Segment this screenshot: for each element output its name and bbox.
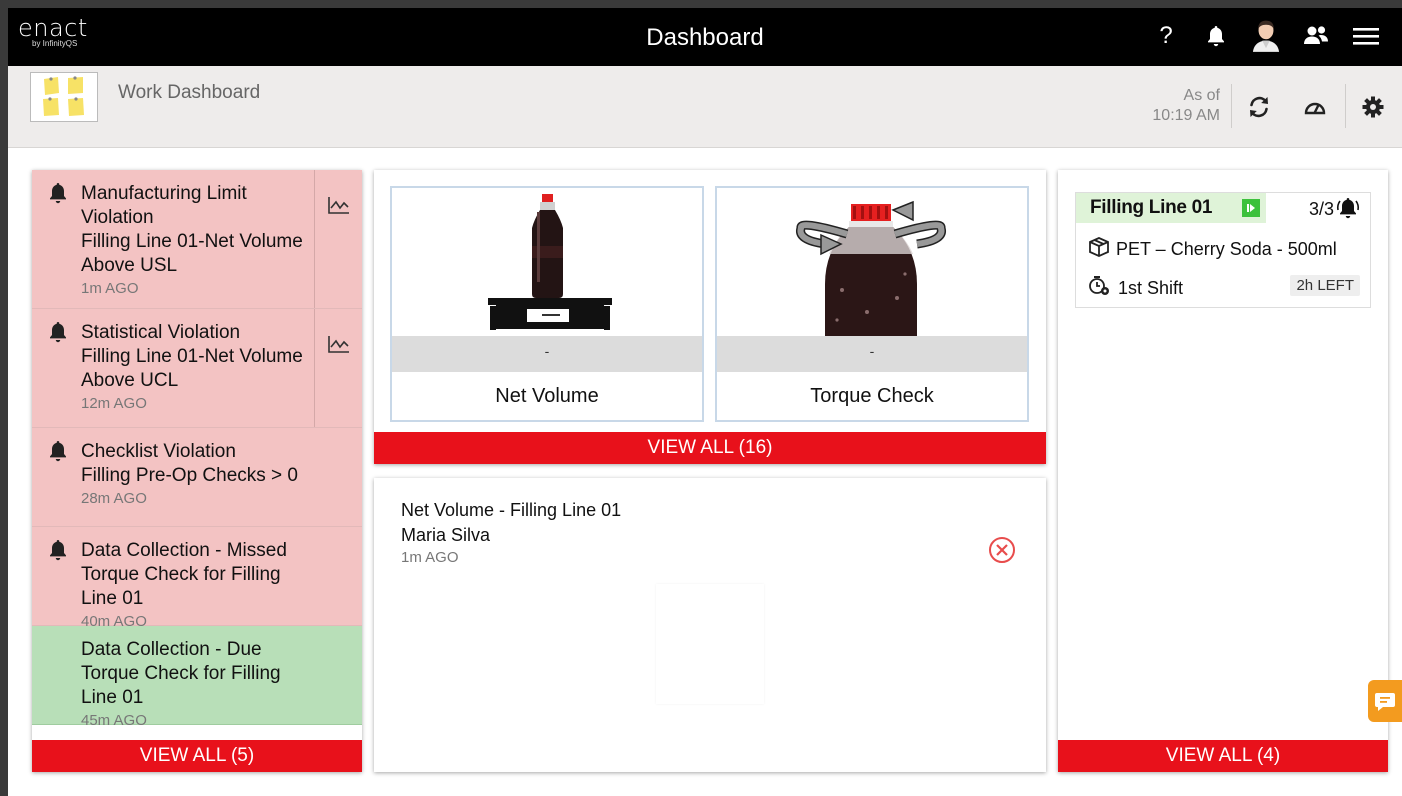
- line-card[interactable]: Filling Line 01 3/3 PET – Cherry Soda - …: [1075, 192, 1371, 308]
- notification-image-placeholder: [656, 584, 764, 704]
- alert-time: 45m AGO: [81, 712, 147, 729]
- tile-net-volume[interactable]: - Net Volume: [390, 186, 704, 422]
- app-logo[interactable]: enact by InfinityQS: [18, 16, 88, 48]
- alert-title: Checklist Violation: [81, 441, 236, 462]
- help-button[interactable]: ?: [1152, 18, 1180, 54]
- line-name: Filling Line 01: [1090, 197, 1213, 218]
- tile-value: -: [717, 336, 1027, 372]
- lines-panel: Filling Line 01 3/3 PET – Cherry Soda - …: [1058, 170, 1388, 772]
- alert-title: Manufacturing Limit Violation: [81, 183, 247, 228]
- line-product: PET – Cherry Soda - 500ml: [1088, 237, 1337, 262]
- alert-time: 12m AGO: [81, 395, 147, 412]
- sub-header: Work Dashboard As of 10:19 AM: [8, 66, 1402, 148]
- alert-title: Data Collection - Due: [81, 639, 262, 660]
- last-updated: As of 10:19 AM: [1152, 86, 1220, 126]
- settings-gear-icon[interactable]: [1358, 92, 1388, 122]
- notifications-bell-icon[interactable]: [1202, 18, 1230, 54]
- alert-detail: Torque Check for Filling Line 01: [81, 663, 281, 708]
- alert-detail: Filling Line 01-Net Volume Above USL: [81, 231, 303, 276]
- divider: [1345, 84, 1346, 128]
- control-chart-icon[interactable]: [314, 170, 362, 308]
- alert-detail: Filling Line 01-Net Volume Above UCL: [81, 346, 303, 391]
- teams-icon[interactable]: [1302, 18, 1330, 54]
- bell-icon: [48, 321, 68, 348]
- app-frame: enact by InfinityQS Dashboard ? Work Das…: [8, 8, 1402, 796]
- product-name: PET – Cherry Soda - 500ml: [1116, 239, 1337, 259]
- notification-item[interactable]: Net Volume - Filling Line 01 Maria Silva…: [401, 498, 621, 568]
- user-avatar[interactable]: [1252, 18, 1280, 54]
- alert-item[interactable]: Manufacturing Limit Violation Filling Li…: [32, 170, 362, 309]
- logo-text: enact: [18, 14, 88, 42]
- bell-icon: [48, 440, 68, 467]
- top-toolbar: ?: [1152, 18, 1380, 54]
- alert-time: 1m AGO: [81, 280, 139, 297]
- alerts-view-all-button[interactable]: VIEW ALL (5): [32, 740, 362, 772]
- line-card-header: Filling Line 01: [1076, 193, 1266, 223]
- package-box-icon: [1088, 237, 1110, 262]
- tile-label: Net Volume: [495, 385, 599, 407]
- top-bar: enact by InfinityQS Dashboard ?: [8, 8, 1402, 66]
- as-of-label: As of: [1183, 87, 1220, 104]
- bottle-on-scale-image: [392, 188, 702, 336]
- alert-item[interactable]: Checklist Violation Filling Pre-Op Check…: [32, 428, 362, 527]
- notification-user: Maria Silva: [401, 525, 491, 545]
- dismiss-close-icon[interactable]: [988, 536, 1016, 569]
- tile-torque-check[interactable]: - Torque Check: [715, 186, 1029, 422]
- refresh-icon[interactable]: [1244, 92, 1274, 122]
- time-left-badge: 2h LEFT: [1290, 275, 1360, 296]
- tile-label: Torque Check: [810, 385, 934, 407]
- dashboard-thumbnail: [30, 72, 98, 122]
- line-alarm-count: 3/3: [1308, 199, 1334, 219]
- alert-detail: Filling Pre-Op Checks > 0: [81, 465, 298, 486]
- shift-name: 1st Shift: [1118, 278, 1184, 298]
- alert-item[interactable]: Statistical Violation Filling Line 01-Ne…: [32, 309, 362, 428]
- control-chart-icon[interactable]: [314, 309, 362, 427]
- alert-item[interactable]: Data Collection - Missed Torque Check fo…: [32, 527, 362, 630]
- alerts-panel: Manufacturing Limit Violation Filling Li…: [32, 170, 362, 772]
- shift-clock-icon: [1088, 275, 1112, 302]
- as-of-time: 10:19 AM: [1152, 107, 1220, 124]
- lines-view-all-button[interactable]: VIEW ALL (4): [1058, 740, 1388, 772]
- dashboard-title: Work Dashboard: [118, 82, 261, 103]
- tile-value: -: [392, 336, 702, 372]
- line-shift: 1st Shift: [1088, 275, 1183, 302]
- bell-icon: [48, 539, 68, 566]
- data-collection-panel: - Net Volume - Torque Check VIEW ALL (16…: [374, 170, 1046, 464]
- bottle-cap-torque-image: [717, 188, 1027, 336]
- gauge-icon[interactable]: [1300, 92, 1330, 122]
- notification-title: Net Volume - Filling Line 01: [401, 500, 622, 520]
- notification-panel: Net Volume - Filling Line 01 Maria Silva…: [374, 478, 1046, 772]
- tiles-view-all-button[interactable]: VIEW ALL (16): [374, 432, 1046, 464]
- running-status-icon: [1242, 199, 1260, 217]
- bell-icon: [48, 182, 68, 209]
- alert-title: Data Collection - Missed: [81, 540, 287, 561]
- chat-support-icon[interactable]: [1368, 680, 1402, 722]
- divider: [1231, 84, 1232, 128]
- alarm-bell-icon: [1336, 197, 1360, 224]
- hamburger-menu-icon[interactable]: [1352, 18, 1380, 54]
- alert-time: 28m AGO: [81, 490, 147, 507]
- alert-title: Statistical Violation: [81, 322, 241, 343]
- alert-item[interactable]: Data Collection - Due Torque Check for F…: [32, 626, 362, 729]
- notification-time: 1m AGO: [401, 549, 459, 566]
- alert-detail: Torque Check for Filling Line 01: [81, 564, 281, 609]
